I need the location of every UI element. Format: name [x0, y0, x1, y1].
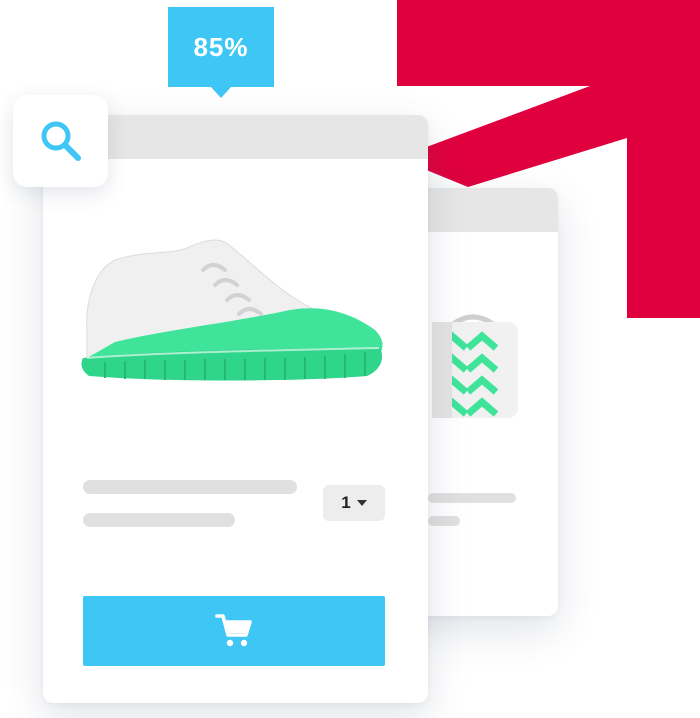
chevron-down-icon — [356, 500, 367, 506]
product-card: 1 — [43, 115, 428, 703]
product-title-placeholder — [428, 493, 516, 503]
search-button[interactable] — [13, 95, 108, 187]
zoom-badge: 85% — [168, 7, 274, 87]
product-title-placeholder — [83, 480, 297, 494]
duffel-bag-image — [432, 314, 518, 418]
quantity-value: 1 — [341, 493, 351, 512]
product-subtitle-placeholder — [83, 513, 235, 527]
quantity-select[interactable]: 1 — [323, 485, 385, 521]
zoom-value: 85% — [193, 31, 249, 62]
add-to-cart-button[interactable] — [83, 596, 385, 666]
sneaker-image — [81, 239, 383, 381]
cart-icon — [215, 614, 252, 647]
product-subtitle-placeholder — [428, 516, 460, 526]
search-icon — [41, 121, 81, 161]
tooltip-tail — [210, 86, 232, 98]
